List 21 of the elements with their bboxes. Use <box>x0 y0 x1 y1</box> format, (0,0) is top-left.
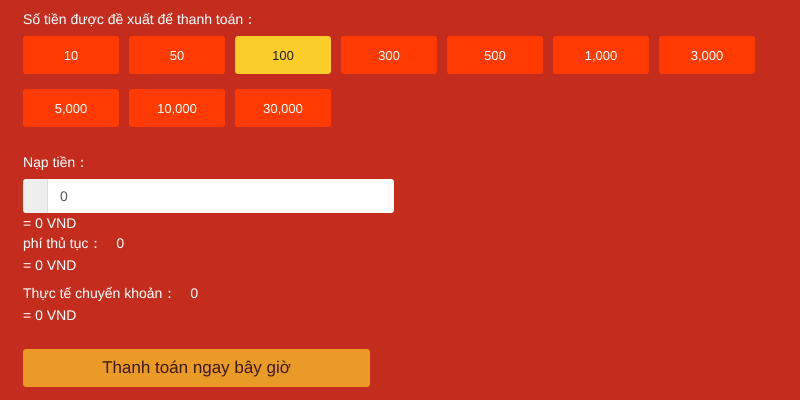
fee-label: phí thủ tục： <box>23 234 102 253</box>
amount-option[interactable]: 5,000 <box>23 89 119 127</box>
fee-value: 0 <box>116 234 124 253</box>
amount-option[interactable]: 10 <box>23 36 119 74</box>
amount-option[interactable]: 1,000 <box>553 36 649 74</box>
converted-amount: = 0 VND <box>23 256 78 275</box>
converted-amount: = 0 VND <box>23 306 78 325</box>
amount-option[interactable]: 100 <box>235 36 331 74</box>
transfer-value: 0 <box>190 284 198 303</box>
deposit-field[interactable]: 0 <box>23 179 394 213</box>
amount-option[interactable]: 10,000 <box>129 89 225 127</box>
amount-option[interactable]: 500 <box>447 36 543 74</box>
amount-option[interactable]: 300 <box>341 36 437 74</box>
amount-option[interactable]: 30,000 <box>235 89 331 127</box>
transfer-label: Thực tế chuyển khoản： <box>23 284 176 303</box>
amount-option[interactable]: 3,000 <box>659 36 755 74</box>
amount-option[interactable]: 50 <box>129 36 225 74</box>
pay-now-button[interactable]: Thanh toán ngay bây giờ <box>23 349 370 387</box>
section-title: Số tiền được đề xuất để thanh toán： <box>23 10 258 28</box>
converted-amount: = 0 VND <box>23 214 78 233</box>
deposit-label: Nạp tiền： <box>23 153 90 171</box>
